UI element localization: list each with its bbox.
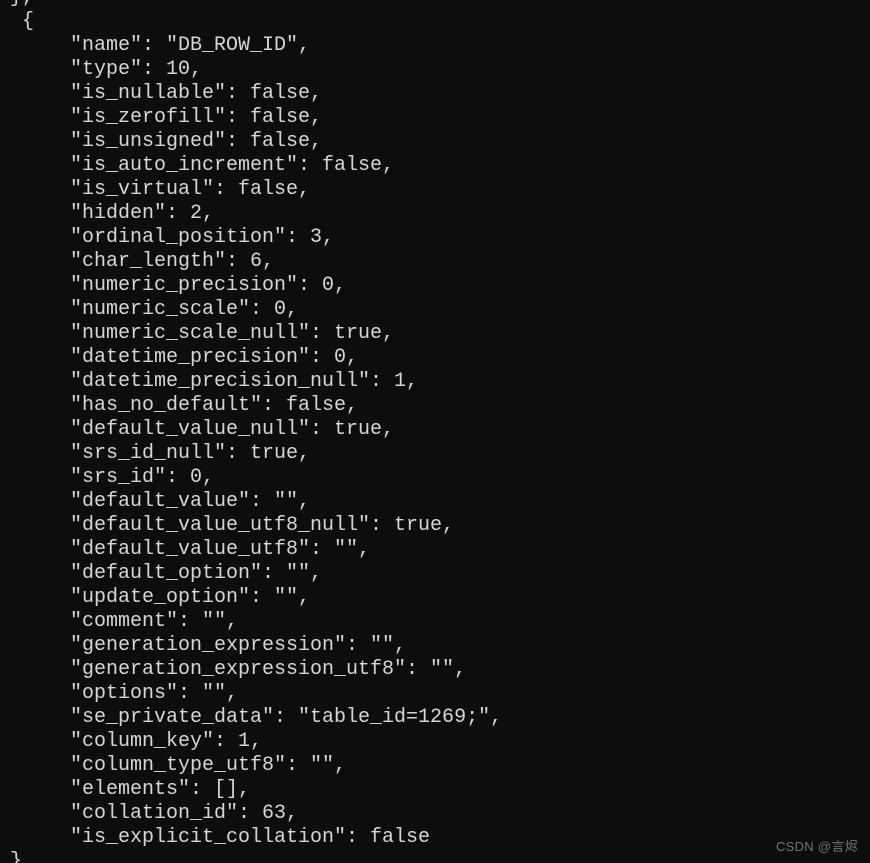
code-line-ordinal_position: ″ordinal_position″: 3, xyxy=(70,226,335,249)
code-line-is_nullable: ″is_nullable″: false, xyxy=(70,82,323,105)
code-line-column_type_utf8: ″column_type_utf8″: ″″, xyxy=(70,754,347,777)
code-line-object-open: { xyxy=(22,10,35,33)
code-line-elements: ″elements″: [], xyxy=(70,778,251,801)
code-line-numeric_scale: ″numeric_scale″: 0, xyxy=(70,298,299,321)
code-line-column_key: ″column_key″: 1, xyxy=(70,730,263,753)
code-line-generation_expression: ″generation_expression″: ″″, xyxy=(70,634,407,657)
code-line-type: ″type″: 10, xyxy=(70,58,203,81)
code-line-previous-object-close: }, xyxy=(0,0,870,10)
code-line-is_unsigned: ″is_unsigned″: false, xyxy=(70,130,323,153)
code-line-is_auto_increment: ″is_auto_increment″: false, xyxy=(70,154,395,177)
code-viewport[interactable]: },{″name″: ″DB_ROW_ID″,″type″: 10,″is_nu… xyxy=(0,0,870,863)
code-line-collation_id: ″collation_id″: 63, xyxy=(70,802,299,825)
code-line-is_virtual: ″is_virtual″: false, xyxy=(70,178,311,201)
code-line-object-close: }, xyxy=(10,850,35,863)
code-line-comment: ″comment″: ″″, xyxy=(70,610,239,633)
code-line-name: ″name″: ″DB_ROW_ID″, xyxy=(70,34,311,57)
code-line-is_zerofill: ″is_zerofill″: false, xyxy=(70,106,323,129)
code-line-srs_id: ″srs_id″: 0, xyxy=(70,466,215,489)
code-line-update_option: ″update_option″: ″″, xyxy=(70,586,311,609)
code-line-default_value_utf8: ″default_value_utf8″: ″″, xyxy=(70,538,371,561)
code-line-datetime_precision: ″datetime_precision″: 0, xyxy=(70,346,359,369)
code-line-default_value_null: ″default_value_null″: true, xyxy=(70,418,395,441)
code-line-se_private_data: ″se_private_data″: ″table_id=1269;″, xyxy=(70,706,503,729)
code-line-default_value_utf8_null: ″default_value_utf8_null″: true, xyxy=(70,514,455,537)
code-line-has_no_default: ″has_no_default″: false, xyxy=(70,394,359,417)
code-line-char_length: ″char_length″: 6, xyxy=(70,250,275,273)
code-line-srs_id_null: ″srs_id_null″: true, xyxy=(70,442,311,465)
code-line-is_explicit_collation: ″is_explicit_collation″: false xyxy=(70,826,431,849)
code-line-numeric_precision: ″numeric_precision″: 0, xyxy=(70,274,347,297)
code-line-generation_expression_utf8: ″generation_expression_utf8″: ″″, xyxy=(70,658,467,681)
code-line-options: ″options″: ″″, xyxy=(70,682,239,705)
code-line-default_value: ″default_value″: ″″, xyxy=(70,490,311,513)
code-line-hidden: ″hidden″: 2, xyxy=(70,202,215,225)
code-line-datetime_precision_null: ″datetime_precision_null″: 1, xyxy=(70,370,419,393)
code-line-default_option: ″default_option″: ″″, xyxy=(70,562,323,585)
json-code-block: },{″name″: ″DB_ROW_ID″,″type″: 10,″is_nu… xyxy=(0,0,870,863)
code-line-numeric_scale_null: ″numeric_scale_null″: true, xyxy=(70,322,395,345)
